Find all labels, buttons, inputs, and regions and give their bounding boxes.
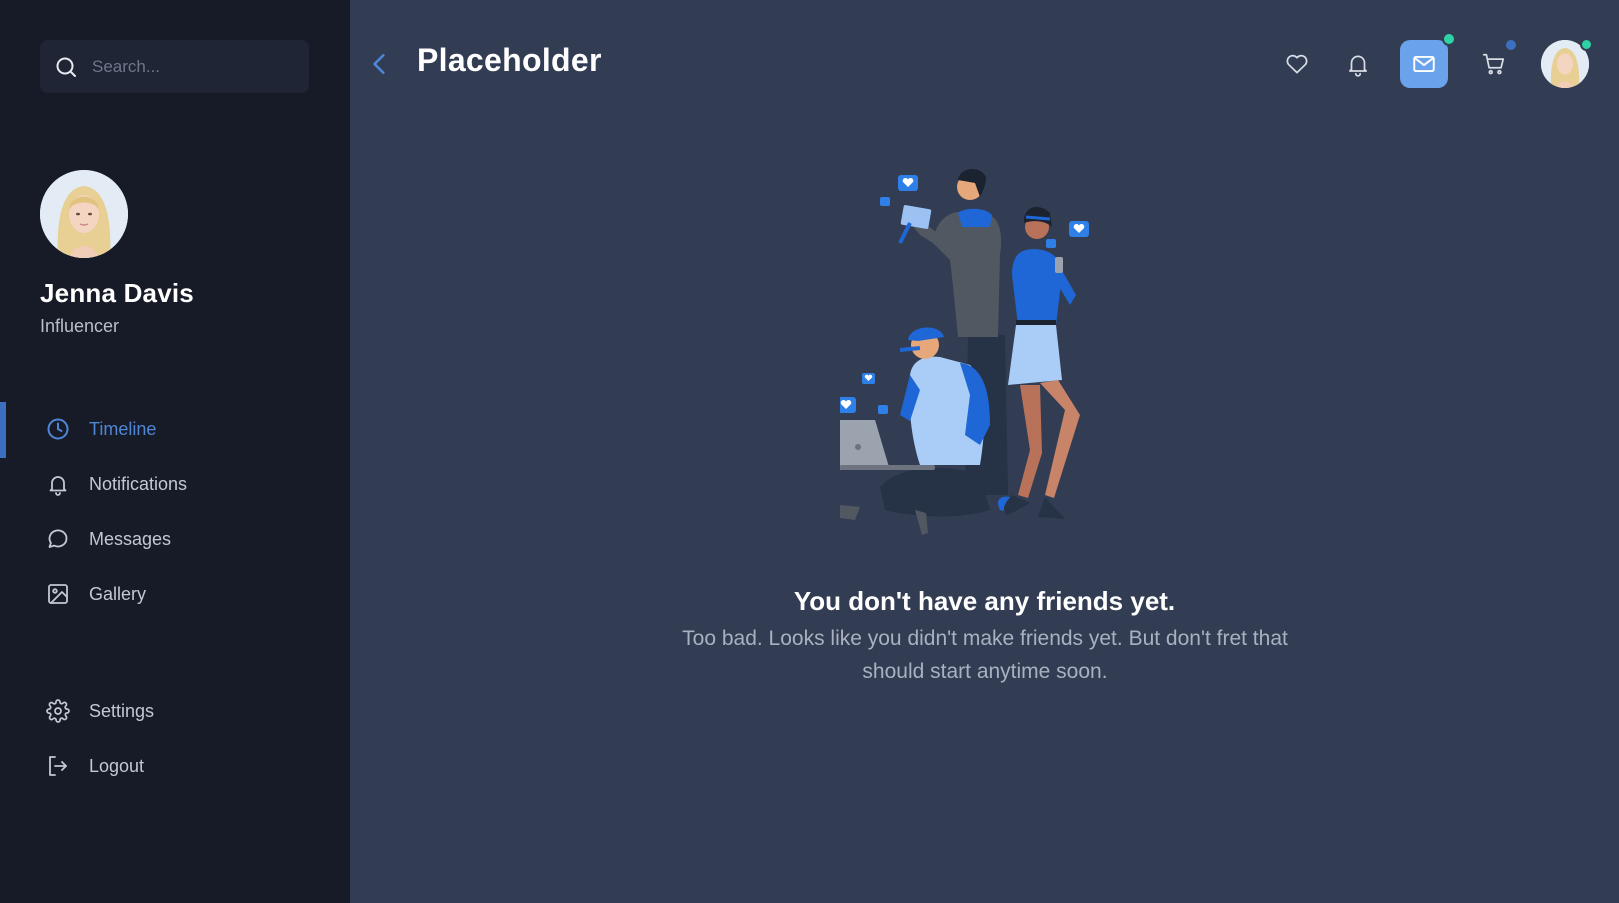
search-box[interactable]: [40, 40, 309, 93]
empty-state-message: Too bad. Looks like you didn't make frie…: [682, 627, 1288, 683]
app-root: Jenna Davis Influencer Timeline Notifica…: [0, 0, 1619, 903]
chevron-left-icon: [373, 54, 385, 74]
cart-badge-dot: [1504, 38, 1518, 52]
online-status-dot: [1580, 38, 1593, 51]
sidebar-item-label: Timeline: [89, 418, 157, 439]
sidebar-item-label: Logout: [89, 755, 145, 776]
profile-avatar[interactable]: [40, 170, 128, 258]
cart-button[interactable]: [1470, 38, 1518, 88]
sidebar-item-label: Gallery: [89, 583, 147, 604]
page-title: Placeholder: [417, 42, 602, 78]
logout-icon: [49, 756, 67, 776]
image-icon: [48, 584, 68, 604]
cart-icon: [1482, 53, 1505, 75]
bell-icon: [49, 476, 67, 496]
sidebar-item-label: Messages: [89, 528, 172, 549]
sidebar-item-notifications[interactable]: Notifications: [0, 461, 350, 507]
profile-role: Influencer: [40, 316, 120, 336]
favorites-button[interactable]: [1273, 40, 1321, 88]
sidebar-item-settings[interactable]: Settings: [0, 688, 350, 734]
back-button[interactable]: [366, 48, 394, 80]
sidebar-item-timeline[interactable]: Timeline: [0, 402, 350, 458]
profile-name: Jenna Davis: [40, 278, 194, 308]
sidebar-item-label: Notifications: [89, 473, 188, 494]
sidebar-item-messages[interactable]: Messages: [0, 516, 350, 562]
empty-state-title: You don't have any friends yet.: [793, 586, 1176, 616]
sidebar: Jenna Davis Influencer Timeline Notifica…: [0, 0, 350, 903]
bell-icon: [1349, 55, 1367, 77]
sidebar-item-label: Settings: [89, 700, 155, 721]
clock-icon: [47, 418, 69, 440]
heart-icon: [1286, 54, 1308, 74]
messages-button[interactable]: [1400, 32, 1456, 88]
notifications-button[interactable]: [1334, 40, 1382, 88]
message-bubble-icon: [48, 529, 68, 548]
search-input[interactable]: [90, 55, 290, 78]
sidebar-item-logout[interactable]: Logout: [0, 743, 350, 789]
search-icon: [56, 57, 76, 77]
empty-state-illustration: [820, 165, 1130, 560]
messages-unread-dot: [1442, 32, 1456, 46]
sidebar-item-gallery[interactable]: Gallery: [0, 571, 350, 617]
gear-icon: [46, 699, 70, 723]
mail-icon: [1413, 55, 1435, 73]
